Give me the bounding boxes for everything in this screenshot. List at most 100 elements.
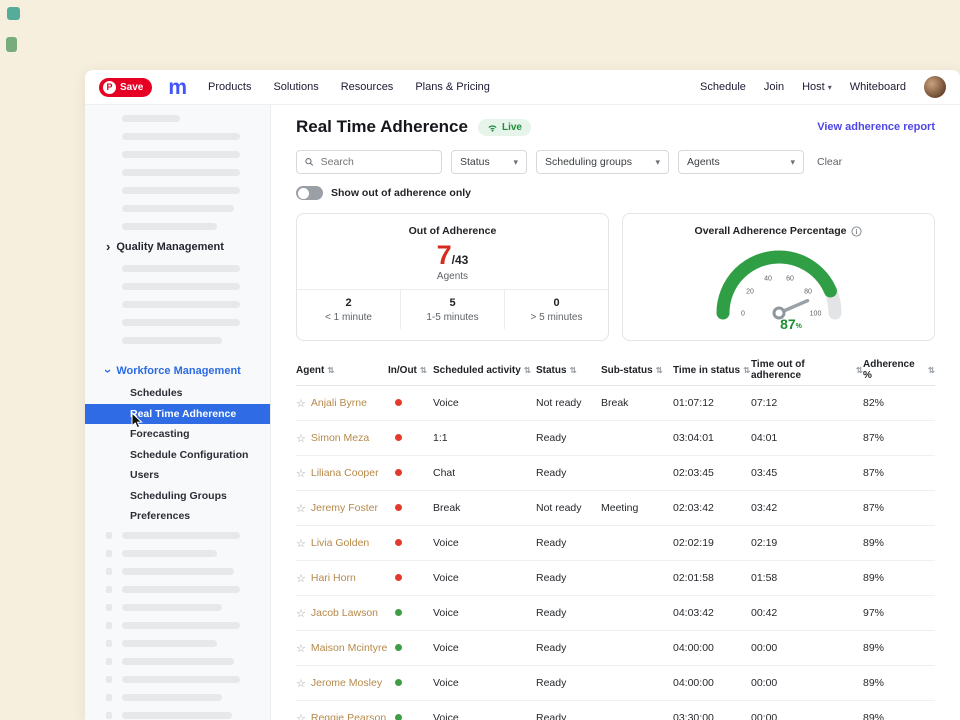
agent-link[interactable]: Reggie Pearson [311, 712, 386, 720]
column-header-scheduled-activity[interactable]: Scheduled activity⇅ [433, 365, 536, 376]
sort-icon[interactable]: ⇅ [856, 365, 863, 376]
sidebar-item-schedule-configuration[interactable]: Schedule Configuration [85, 445, 270, 466]
sidebar-item-users[interactable]: Users [85, 465, 270, 486]
scheduling-groups-dropdown[interactable]: Scheduling groups▾ [536, 150, 669, 174]
table-row[interactable]: ☆Jeremy FosterBreakNot readyMeeting02:03… [296, 491, 935, 526]
skeleton-bar [85, 653, 270, 671]
gauge-tick-20: 20 [746, 289, 754, 296]
skeleton-bar [85, 277, 270, 295]
sort-icon[interactable]: ⇅ [524, 365, 531, 376]
nav-products[interactable]: Products [208, 81, 251, 93]
sidebar-item-quality-management[interactable]: › Quality Management [85, 235, 270, 259]
table-row[interactable]: ☆Simon Meza1:1Ready03:04:0104:0187% [296, 421, 935, 456]
star-icon[interactable]: ☆ [296, 502, 306, 515]
nav-host[interactable]: Host▾ [802, 81, 832, 93]
scheduled-activity-cell: Voice [433, 677, 536, 689]
sidebar-item-real-time-adherence[interactable]: Real Time Adherence [85, 404, 270, 425]
star-icon[interactable]: ☆ [296, 467, 306, 480]
column-header-status[interactable]: Status⇅ [536, 365, 601, 376]
nav-schedule[interactable]: Schedule [700, 81, 746, 93]
agent-link[interactable]: Livia Golden [311, 537, 369, 549]
sort-icon[interactable]: ⇅ [570, 365, 577, 376]
table-row[interactable]: ☆Jacob LawsonVoiceReady04:03:4200:4297% [296, 596, 935, 631]
agent-link[interactable]: Liliana Cooper [311, 467, 379, 479]
column-header-in-out[interactable]: In/Out⇅ [388, 365, 433, 376]
skeleton-bar [85, 181, 270, 199]
status-dropdown[interactable]: Status▾ [451, 150, 527, 174]
sort-icon[interactable]: ⇅ [420, 365, 427, 376]
scheduled-activity-cell: Voice [433, 712, 536, 720]
sidebar-item-preferences[interactable]: Preferences [85, 506, 270, 527]
column-header-sub-status[interactable]: Sub-status⇅ [601, 365, 673, 376]
agent-link[interactable]: Jeremy Foster [311, 502, 378, 514]
star-icon[interactable]: ☆ [296, 642, 306, 655]
search-input[interactable] [319, 155, 433, 169]
adherence-cell: 89% [863, 572, 935, 584]
miro-logo[interactable]: m [168, 77, 186, 98]
nav-join[interactable]: Join [764, 81, 784, 93]
skeleton-bar [85, 331, 270, 349]
star-icon[interactable]: ☆ [296, 397, 306, 410]
agent-link[interactable]: Maison Mcintyre [311, 642, 387, 654]
star-icon[interactable]: ☆ [296, 712, 306, 720]
star-icon[interactable]: ☆ [296, 432, 306, 445]
status-cell: Ready [536, 642, 601, 654]
column-header-agent[interactable]: Agent⇅ [296, 365, 388, 376]
sidebar-item-schedules[interactable]: Schedules [85, 383, 270, 404]
gauge-tick-0: 0 [741, 311, 745, 318]
agent-link[interactable]: Simon Meza [311, 432, 369, 444]
nav-plans-pricing[interactable]: Plans & Pricing [415, 81, 490, 93]
inout-cell [388, 642, 433, 654]
skeleton-bar [85, 599, 270, 617]
table-row[interactable]: ☆Maison McintyreVoiceReady04:00:0000:008… [296, 631, 935, 666]
agent-link[interactable]: Hari Horn [311, 572, 356, 584]
sort-icon[interactable]: ⇅ [327, 365, 334, 376]
user-avatar[interactable] [924, 76, 946, 98]
sidebar-item-label: Real Time Adherence [130, 408, 236, 420]
table-row[interactable]: ☆Reggie PearsonVoiceReady03:30:0000:0089… [296, 701, 935, 720]
view-adherence-report-link[interactable]: View adherence report [817, 121, 935, 133]
sort-icon[interactable]: ⇅ [743, 365, 750, 376]
table-row[interactable]: ☆Hari HornVoiceReady02:01:5801:5889% [296, 561, 935, 596]
scheduled-activity-cell: Voice [433, 537, 536, 549]
sort-icon[interactable]: ⇅ [656, 365, 663, 376]
star-icon[interactable]: ☆ [296, 572, 306, 585]
table-row[interactable]: ☆Jerome MosleyVoiceReady04:00:0000:0089% [296, 666, 935, 701]
table-row[interactable]: ☆Livia GoldenVoiceReady02:02:1902:1989% [296, 526, 935, 561]
nav-whiteboard[interactable]: Whiteboard [850, 81, 906, 93]
column-header-adherence-[interactable]: Adherence %⇅ [863, 359, 935, 381]
column-header-time-in-status[interactable]: Time in status⇅ [673, 365, 751, 376]
clear-filters-button[interactable]: Clear [817, 156, 842, 168]
top-navbar: P Save m Products Solutions Resources Pl… [85, 70, 960, 105]
sidebar-skeleton-group-middle [85, 259, 270, 349]
nav-resources[interactable]: Resources [341, 81, 394, 93]
sidebar-item-label: Preferences [130, 510, 190, 522]
pinterest-save-button[interactable]: P Save [99, 78, 152, 97]
sidebar-item-workforce-management[interactable]: › Workforce Management [85, 359, 270, 383]
out-of-adherence-toggle[interactable] [296, 186, 323, 200]
star-icon[interactable]: ☆ [296, 677, 306, 690]
sidebar-item-scheduling-groups[interactable]: Scheduling Groups [85, 486, 270, 507]
sort-icon[interactable]: ⇅ [928, 365, 935, 376]
page-background: P Save m Products Solutions Resources Pl… [0, 0, 960, 720]
agent-link[interactable]: Anjali Byrne [311, 397, 367, 409]
sidebar-skeleton-group-bottom [85, 527, 270, 720]
adherence-stat: 0> 5 minutes [504, 290, 608, 329]
table-row[interactable]: ☆Liliana CooperChatReady02:03:4503:4587% [296, 456, 935, 491]
agent-link[interactable]: Jerome Mosley [311, 677, 382, 689]
adherence-cell: 97% [863, 607, 935, 619]
agents-dropdown[interactable]: Agents▾ [678, 150, 804, 174]
inout-cell [388, 432, 433, 444]
search-box[interactable] [296, 150, 442, 174]
agent-link[interactable]: Jacob Lawson [311, 607, 378, 619]
column-header-time-out-of-adherence[interactable]: Time out of adherence⇅ [751, 359, 863, 381]
star-icon[interactable]: ☆ [296, 537, 306, 550]
sidebar-item-forecasting[interactable]: Forecasting [85, 424, 270, 445]
table-row[interactable]: ☆Anjali ByrneVoiceNot readyBreak01:07:12… [296, 386, 935, 421]
star-icon[interactable]: ☆ [296, 607, 306, 620]
time-in-status-cell: 04:00:00 [673, 642, 751, 654]
inout-dot [395, 644, 402, 651]
column-label: Status [536, 365, 567, 376]
nav-solutions[interactable]: Solutions [273, 81, 318, 93]
inout-cell [388, 712, 433, 720]
